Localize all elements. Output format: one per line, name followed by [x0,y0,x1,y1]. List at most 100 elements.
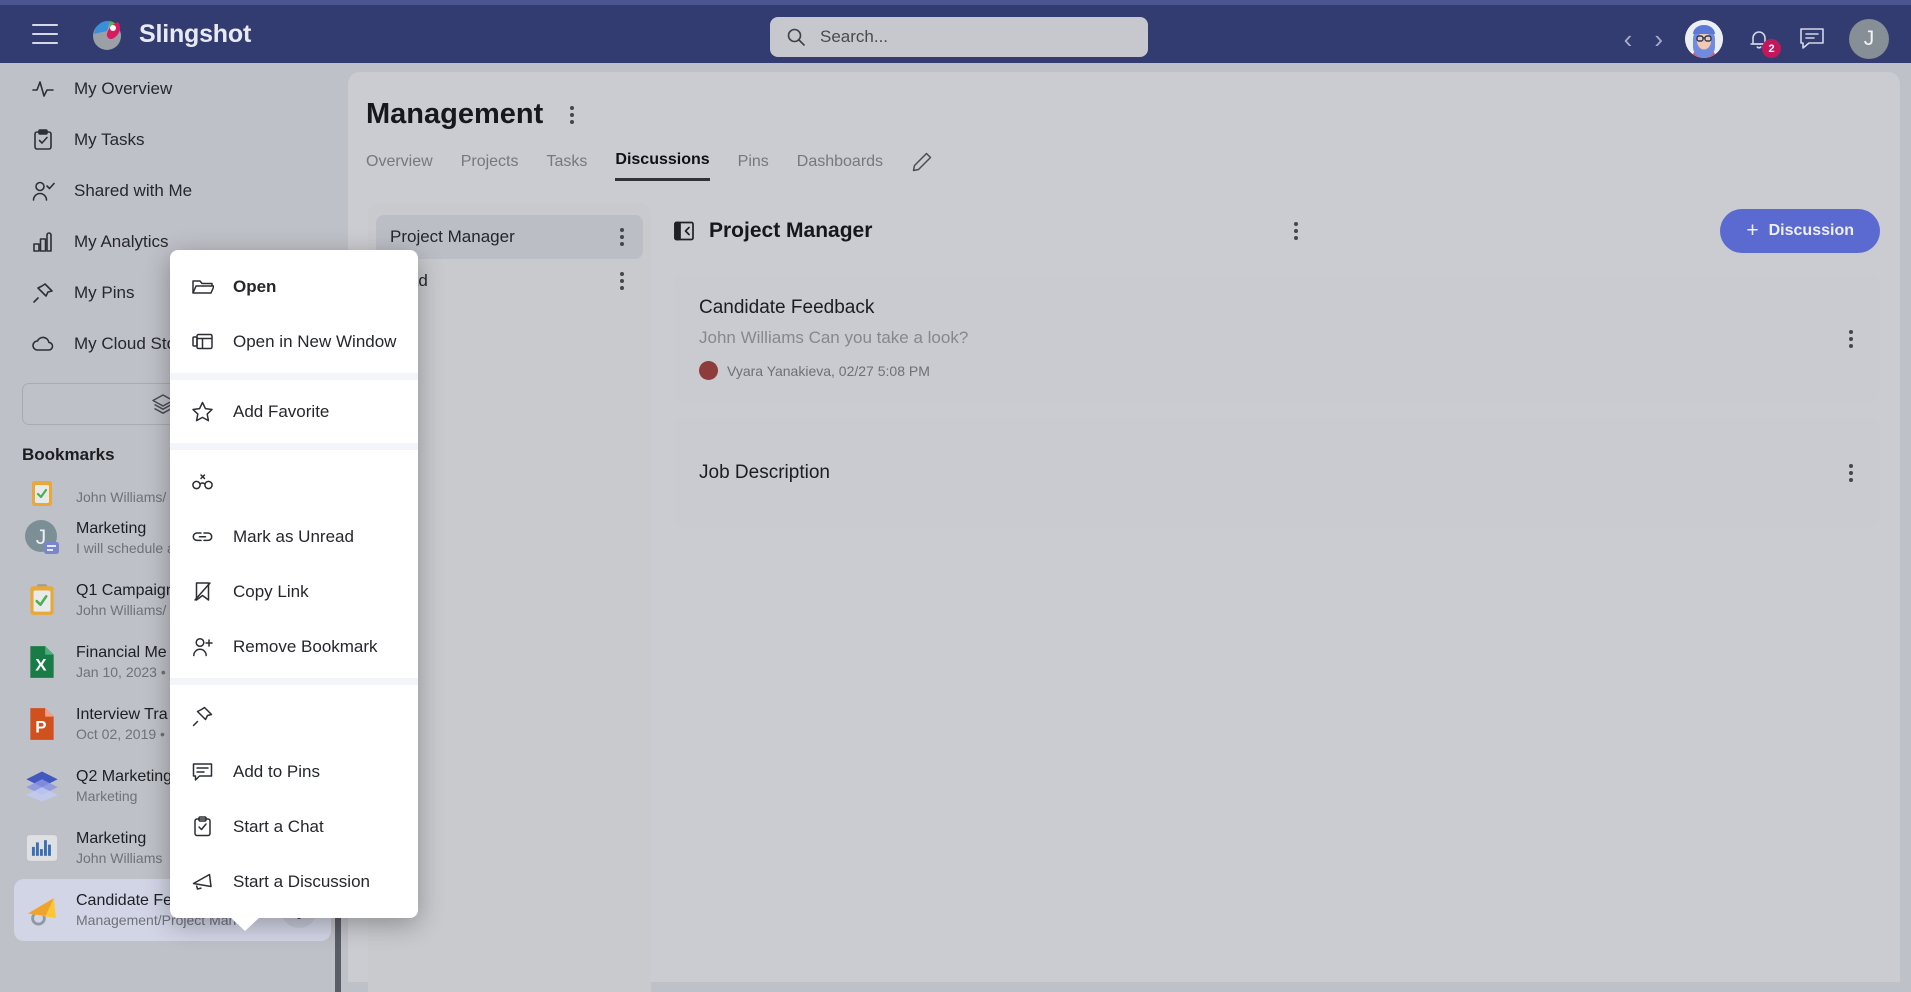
context-menu-item-start-a-chat[interactable]: Add to Pins [170,744,418,799]
list-item-title: Q1 Campaign [76,582,175,599]
bookmark-remove-icon [190,580,214,604]
context-menu-item-mark-as-unread[interactable] [170,454,418,509]
tab-dashboards[interactable]: Dashboards [797,153,883,180]
bar-chart-thumb-icon [22,828,62,868]
list-item-subtitle: John Williams/ [76,489,167,505]
pin-icon [190,705,214,729]
discussion-panel-more-options-button[interactable] [1289,217,1303,245]
pin-icon [30,280,55,305]
page-more-options-button[interactable] [565,101,579,129]
sidebar-item-label: My Tasks [74,129,145,149]
avatar-chat-icon: J [22,518,62,558]
context-menu: Open Open in New Window Add Favorite Mar… [170,250,418,931]
discussion-card-meta: Vyara Yanakieva, 02/27 5:08 PM [699,361,1854,380]
avatar[interactable] [1685,20,1723,58]
context-menu-item-label: Open [233,276,277,296]
context-menu-item-add-favorite[interactable]: Add Favorite [170,384,418,439]
discussion-card[interactable]: Job Description [673,418,1880,528]
brand-logo[interactable]: Slingshot [90,16,251,52]
hamburger-menu-icon[interactable] [32,24,58,44]
svg-text:X: X [35,655,47,674]
tab-overview[interactable]: Overview [366,153,433,180]
search-input[interactable]: Search... [770,17,1148,57]
tab-bar: Overview Projects Tasks Discussions Pins… [348,131,1900,181]
list-item-subtitle: Marketing [76,788,138,804]
context-menu-item-open[interactable]: Open [170,259,418,314]
new-discussion-button-label: Discussion [1768,222,1854,239]
discussion-card-title: Job Description [699,462,830,483]
user-avatar[interactable]: J [1849,19,1889,59]
tab-discussions[interactable]: Discussions [615,151,710,181]
context-menu-item-label: Mark as Unread [233,526,354,546]
nav-back-icon[interactable]: ‹ [1624,26,1633,52]
list-item-title: Q2 Marketing [76,768,173,785]
collapse-panel-icon[interactable] [673,220,695,242]
context-menu-pointer [230,917,260,931]
page-header: Management [348,72,1900,131]
context-menu-item-label: Start a Discussion [233,871,370,891]
sidebar-item-my-tasks[interactable]: My Tasks [0,114,341,165]
pencil-icon[interactable] [911,151,933,173]
glasses-unread-icon [190,470,214,494]
tab-projects[interactable]: Projects [461,153,519,180]
folder-open-icon [190,275,214,299]
sidebar-item-shared-with-me[interactable]: Shared with Me [0,165,341,216]
context-menu-item-create-task[interactable]: Start a Chat [170,799,418,854]
tab-pins[interactable]: Pins [738,153,769,180]
page-title: Management [366,98,544,130]
clipboard-check-icon [190,815,214,839]
context-menu-item-start-a-discussion[interactable]: Start a Discussion [170,854,418,909]
discussion-card[interactable]: Candidate Feedback John Williams Can you… [673,275,1880,402]
list-panel-item-more-options-button[interactable] [615,267,629,295]
clipboard-check-icon [30,127,55,152]
excel-icon: X [22,642,62,682]
global-search[interactable]: Search... [770,17,1148,57]
discussion-card-preview: John Williams Can you take a look? [699,328,969,347]
list-item-subtitle: John Williams/ [76,602,167,618]
context-menu-separator [170,443,418,450]
notification-badge: 2 [1762,39,1781,58]
context-menu-item-add-to-pins[interactable] [170,689,418,744]
discussion-panel-header: Project Manager + Discussion [673,203,1880,259]
discussion-card-more-options-button[interactable] [1844,459,1858,487]
plus-icon: + [1746,219,1759,242]
chat-icon[interactable] [1797,26,1827,52]
list-item-subtitle: John Williams [76,850,163,866]
brand-name: Slingshot [139,19,252,48]
list-item-title: Marketing [76,520,147,537]
discussion-panel-title: Project Manager [709,219,873,242]
context-menu-item-label: Add Favorite [233,401,330,421]
list-item-subtitle: I will schedule a [76,540,175,556]
list-panel-item-label: Project Manager [390,227,515,246]
context-menu-item-copy-link[interactable]: Mark as Unread [170,509,418,564]
slingshot-logo-icon [90,16,126,52]
context-menu-item-open-in-new-window[interactable]: Open in New Window [170,314,418,369]
activity-icon [30,76,55,101]
context-menu-item-shared-with[interactable]: Remove Bookmark [170,619,418,674]
notifications-button[interactable]: 2 [1745,24,1781,58]
user-plus-icon [190,635,214,659]
megaphone-icon [190,870,214,894]
user-check-icon [30,178,55,203]
tab-tasks[interactable]: Tasks [546,153,587,180]
context-menu-item-label: Remove Bookmark [233,636,378,656]
nav-forward-icon[interactable]: › [1654,26,1663,52]
link-icon [190,525,214,549]
sidebar-item-label: My Overview [74,78,173,98]
discussion-card-more-options-button[interactable] [1844,325,1858,353]
task-clipboard-icon [22,580,62,620]
context-menu-item-remove-bookmark[interactable]: Copy Link [170,564,418,619]
new-discussion-button[interactable]: + Discussion [1720,209,1880,253]
application-window: Slingshot Search... ‹ › 2 J My Overview … [0,0,1911,992]
context-menu-separator [170,373,418,380]
list-panel-item-more-options-button[interactable] [615,223,629,251]
sidebar-item-my-overview[interactable]: My Overview [0,63,341,114]
discussions-layout: Project Manager Lead List [348,181,1900,992]
cloud-icon [30,331,55,356]
list-item-subtitle: Jan 10, 2023 • [76,664,166,680]
list-item-title: Marketing [76,830,147,847]
layers-blue-icon [22,766,62,806]
list-item-subtitle: Oct 02, 2019 • [76,726,165,742]
sidebar-item-label: My Pins [74,282,135,302]
bar-chart-icon [30,229,55,254]
